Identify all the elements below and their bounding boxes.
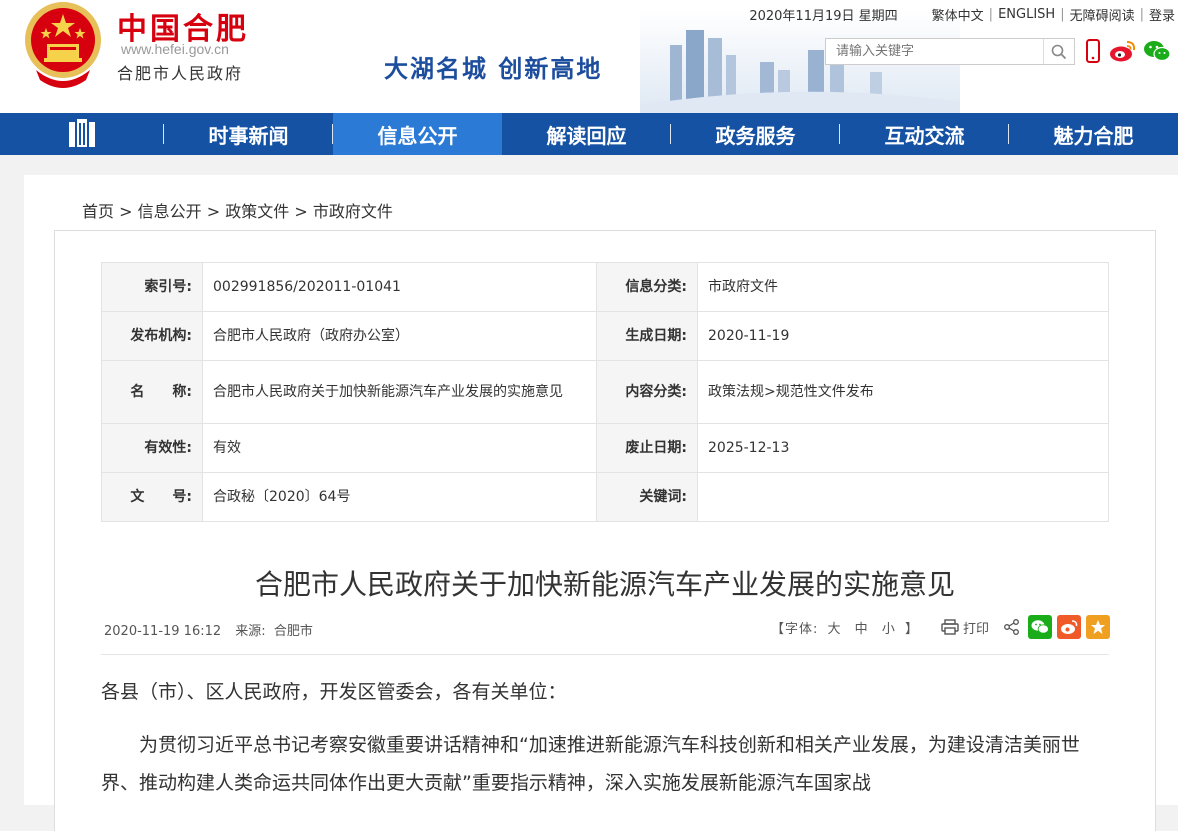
main-content: 首页 > 信息公开 > 政策文件 > 市政府文件 索引号: 002991856/…: [24, 175, 1178, 831]
search-icon: [1051, 44, 1067, 59]
traditional-chinese-link[interactable]: 繁体中文: [932, 5, 984, 24]
current-date: 2020年11月19日 星期四: [749, 9, 898, 24]
keywords-label: 关键词:: [596, 472, 698, 522]
article-paragraph: 为贯彻习近平总书记考察安徽重要讲话精神和“加速推进新能源汽车科技创新和相关产业发…: [101, 734, 1080, 794]
accessible-reading-link[interactable]: 无障碍阅读: [1070, 5, 1135, 24]
breadcrumb: 首页 > 信息公开 > 政策文件 > 市政府文件: [82, 198, 393, 222]
validity-label: 有效性:: [101, 423, 203, 473]
name-label: 名 称:: [101, 360, 203, 424]
nav-item-news[interactable]: 时事新闻: [164, 113, 334, 155]
site-url: www.hefei.gov.cn: [121, 41, 229, 57]
breadcrumb-home[interactable]: 首页: [82, 202, 114, 221]
breadcrumb-separator: >: [119, 202, 138, 221]
home-building-icon: [69, 119, 96, 147]
content-category-label: 内容分类:: [596, 360, 698, 424]
main-nav: 时事新闻 信息公开 解读回应 政务服务 互动交流 魅力合肥: [0, 113, 1178, 155]
breadcrumb-separator: >: [294, 202, 313, 221]
expire-date-label: 废止日期:: [596, 423, 698, 473]
nav-item-label: 政务服务: [715, 123, 796, 148]
printer-icon: [941, 619, 959, 635]
nav-home[interactable]: [0, 113, 165, 155]
nav-item-label: 时事新闻: [208, 123, 289, 148]
search-input[interactable]: [826, 39, 1051, 64]
table-row: 索引号: 002991856/202011-01041 信息分类: 市政府文件: [101, 262, 1109, 312]
article-info: 2020-11-19 16:12 来源: 合肥市: [104, 620, 313, 639]
nav-item-info-disclosure[interactable]: 信息公开: [333, 113, 503, 155]
search-box: [825, 38, 1075, 65]
share-favorite-button[interactable]: [1086, 615, 1110, 639]
expire-date-value: 2025-12-13: [697, 423, 1109, 473]
issuer-value: 合肥市人民政府（政府办公室）: [202, 311, 597, 361]
font-small-button[interactable]: 小: [882, 622, 896, 637]
issuer-label: 发布机构:: [101, 311, 203, 361]
font-bracket: 】: [904, 621, 919, 637]
breadcrumb-policy[interactable]: 政策文件: [225, 202, 289, 221]
print-button[interactable]: 打印: [941, 618, 989, 637]
category-value: 市政府文件: [697, 262, 1109, 312]
keywords-value: [697, 472, 1109, 522]
login-link[interactable]: 登录: [1149, 5, 1175, 24]
site-logo-subtitle: 合肥市人民政府: [117, 64, 244, 83]
article-salutation: 各县（市）、区人民政府，开发区管委会，各有关单位：: [101, 681, 567, 703]
font-label: 【字体:: [770, 621, 819, 637]
star-icon: [1091, 620, 1105, 634]
name-value: 合肥市人民政府关于加快新能源汽车产业发展的实施意见: [202, 360, 597, 424]
font-large-button[interactable]: 大: [828, 622, 842, 637]
divider: [101, 654, 1109, 655]
weibo-icon: [1061, 620, 1078, 634]
search-button[interactable]: [1043, 39, 1074, 64]
validity-value: 有效: [202, 423, 597, 473]
english-link[interactable]: ENGLISH: [998, 7, 1055, 22]
mobile-icon[interactable]: [1085, 39, 1101, 63]
nav-item-interpretation[interactable]: 解读回应: [502, 113, 672, 155]
nav-item-label: 互动交流: [884, 123, 965, 148]
wechat-icon: [1031, 620, 1049, 634]
breadcrumb-info[interactable]: 信息公开: [138, 202, 202, 221]
divider: |: [1060, 7, 1065, 22]
index-value: 002991856/202011-01041: [202, 262, 597, 312]
print-label: 打印: [962, 621, 989, 637]
weibo-icon[interactable]: [1109, 39, 1137, 63]
article-body: 各县（市）、区人民政府，开发区管委会，各有关单位： 为贯彻习近平总书记考察安徽重…: [101, 673, 1109, 802]
article-title: 合肥市人民政府关于加快新能源汽车产业发展的实施意见: [254, 568, 955, 601]
divider: |: [988, 7, 994, 22]
source-value: 合肥市: [273, 624, 313, 639]
document-panel: 索引号: 002991856/202011-01041 信息分类: 市政府文件 …: [54, 230, 1156, 831]
source-label: 来源:: [235, 624, 266, 639]
nav-item-interaction[interactable]: 互动交流: [840, 113, 1010, 155]
table-row: 有效性: 有效 废止日期: 2025-12-13: [101, 423, 1109, 473]
font-size-control: 【字体: 大 中 小 】: [771, 618, 919, 637]
nav-item-label: 信息公开: [377, 123, 458, 148]
share-wechat-button[interactable]: [1028, 615, 1052, 639]
table-row: 发布机构: 合肥市人民政府（政府办公室） 生成日期: 2020-11-19: [101, 311, 1109, 361]
index-label: 索引号:: [101, 262, 203, 312]
divider: |: [1139, 7, 1144, 22]
breadcrumb-city-docs[interactable]: 市政府文件: [313, 202, 393, 221]
share-weibo-button[interactable]: [1057, 615, 1081, 639]
article-tools: 【字体: 大 中 小 】 打印: [771, 615, 1110, 639]
content-category-value: 政策法规>规范性文件发布: [697, 360, 1109, 424]
doc-number-value: 合政秘〔2020〕64号: [202, 472, 597, 522]
nav-item-charm-hefei[interactable]: 魅力合肥: [1009, 113, 1178, 155]
share-icon[interactable]: [1003, 618, 1021, 636]
breadcrumb-separator: >: [206, 202, 226, 221]
table-row: 名 称: 合肥市人民政府关于加快新能源汽车产业发展的实施意见 内容分类: 政策法…: [101, 360, 1109, 424]
doc-number-label: 文 号:: [101, 472, 203, 522]
site-header: 中国合肥 www.hefei.gov.cn 合肥市人民政府 大湖名城 创新高地 …: [0, 0, 1178, 113]
site-slogan: 大湖名城 创新高地: [384, 54, 603, 83]
top-utility-bar: 2020年11月19日 星期四 繁体中文 | ENGLISH | 无障碍阅读 |…: [749, 5, 1178, 24]
nav-item-gov-services[interactable]: 政务服务: [671, 113, 841, 155]
nav-item-label: 魅力合肥: [1053, 123, 1134, 148]
wechat-icon[interactable]: [1143, 39, 1171, 63]
created-date-value: 2020-11-19: [697, 311, 1109, 361]
document-metadata-table: 索引号: 002991856/202011-01041 信息分类: 市政府文件 …: [101, 262, 1109, 522]
publish-datetime: 2020-11-19 16:12: [104, 624, 222, 639]
created-date-label: 生成日期:: [596, 311, 698, 361]
nav-item-label: 解读回应: [546, 123, 627, 148]
table-row: 文 号: 合政秘〔2020〕64号 关键词:: [101, 472, 1109, 522]
font-medium-button[interactable]: 中: [855, 622, 869, 637]
national-emblem-icon: [25, 2, 101, 88]
category-label: 信息分类:: [596, 262, 698, 312]
